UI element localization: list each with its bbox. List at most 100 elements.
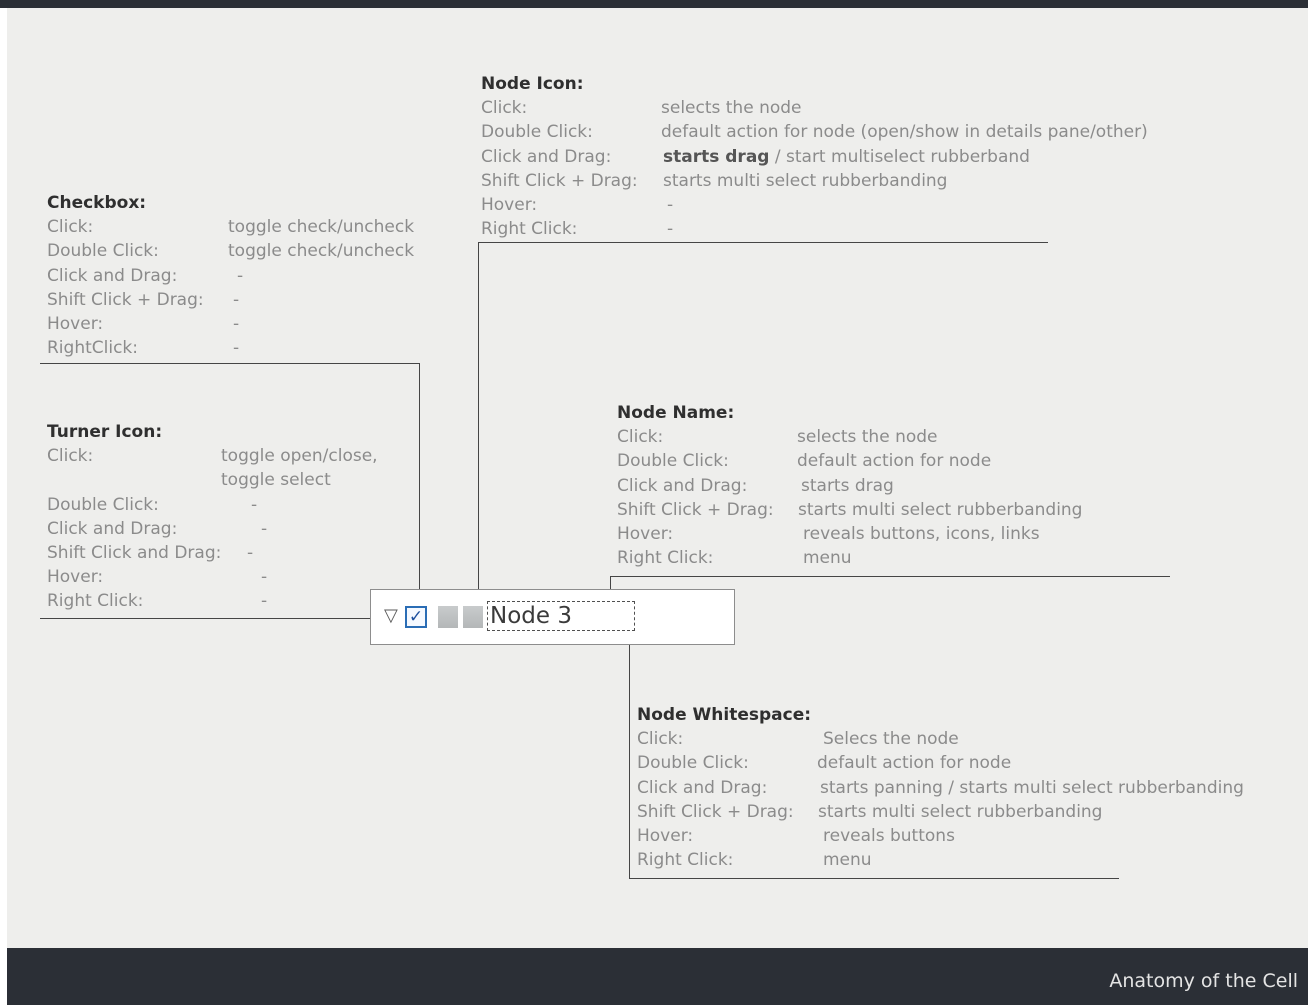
node-whitespace-annotation: Node Whitespace: Click: Selecs the node … bbox=[637, 703, 1244, 872]
turner-icon[interactable]: ▽ bbox=[384, 606, 398, 626]
annotation-row: Shift Click + Drag: starts multi select … bbox=[617, 498, 1082, 522]
annotation-row: Shift Click and Drag: - bbox=[47, 541, 253, 565]
footer-bar: Anatomy of the Cell bbox=[7, 948, 1308, 1005]
turner-icon-title: Turner Icon: bbox=[47, 422, 163, 442]
annotation-row: Click: selects the node bbox=[481, 96, 802, 120]
action-label: Hover: bbox=[637, 825, 694, 846]
turner-icon-annotation: Turner Icon: Click: toggle open/close, t… bbox=[47, 420, 378, 614]
annotation-row: Right Click: menu bbox=[617, 546, 852, 570]
action-label: Click and Drag: bbox=[637, 777, 768, 798]
action-value: - bbox=[237, 265, 244, 286]
action-label: Click: bbox=[617, 427, 664, 448]
node-whitespace-leader-vertical bbox=[629, 644, 630, 879]
annotation-row: Double Click: default action for node (o… bbox=[481, 120, 1148, 144]
annotation-row: Click and Drag: - bbox=[47, 264, 243, 288]
action-value-rest: / start multiselect rubberband bbox=[769, 146, 1030, 167]
checkbox-icon[interactable]: ✓ bbox=[405, 606, 427, 628]
action-value: - bbox=[233, 289, 240, 310]
action-value: - bbox=[233, 313, 240, 334]
annotation-row: Click: toggle open/close, toggle select bbox=[47, 444, 378, 492]
action-value: starts multi select rubberbanding bbox=[798, 499, 1083, 520]
annotation-row: Click: Selecs the node bbox=[637, 727, 959, 751]
action-value-line2: toggle select bbox=[221, 470, 331, 491]
annotation-row: Hover: - bbox=[481, 193, 673, 217]
action-label: Click: bbox=[637, 729, 684, 750]
annotation-row: Hover: reveals buttons, icons, links bbox=[617, 522, 1040, 546]
action-value: - bbox=[233, 338, 240, 359]
annotation-row: Click: toggle check/uncheck bbox=[47, 215, 414, 239]
action-label: Right Click: bbox=[617, 548, 714, 569]
action-value: - bbox=[667, 219, 674, 240]
checkbox-leader-horizontal bbox=[40, 363, 420, 364]
action-label: Double Click: bbox=[47, 494, 159, 515]
action-label: Shift Click + Drag: bbox=[617, 499, 774, 520]
action-value: default action for node bbox=[817, 753, 1012, 774]
checkbox-leader-vertical bbox=[419, 363, 420, 607]
action-label: Click: bbox=[481, 98, 528, 119]
annotation-row: Shift Click + Drag: starts multi select … bbox=[637, 800, 1102, 824]
action-label: RightClick: bbox=[47, 338, 139, 359]
action-label: Hover: bbox=[617, 523, 674, 544]
node-whitespace-title: Node Whitespace: bbox=[637, 705, 812, 725]
action-value: starts drag bbox=[801, 475, 894, 496]
action-label: Double Click: bbox=[637, 753, 749, 774]
action-label: Shift Click + Drag: bbox=[47, 289, 204, 310]
action-value: - bbox=[667, 194, 674, 215]
action-value: - bbox=[261, 518, 268, 539]
action-label: Click and Drag: bbox=[617, 475, 748, 496]
node-name[interactable]: Node 3 bbox=[487, 601, 635, 631]
annotation-row: Right Click: - bbox=[481, 217, 673, 241]
annotation-row: Shift Click + Drag: starts multi select … bbox=[481, 169, 947, 193]
checkbox-annotation: Checkbox: Click: toggle check/uncheck Do… bbox=[47, 191, 414, 360]
annotation-row: Hover: - bbox=[47, 565, 267, 589]
action-label: Hover: bbox=[47, 313, 104, 334]
node-status-icon bbox=[438, 606, 458, 628]
action-label: Hover: bbox=[481, 194, 538, 215]
action-label: Right Click: bbox=[481, 219, 578, 240]
node-name-annotation: Node Name: Click: selects the node Doubl… bbox=[617, 401, 1082, 570]
checkbox-title: Checkbox: bbox=[47, 193, 147, 213]
action-value: starts panning / starts multi select rub… bbox=[820, 777, 1244, 798]
action-value: menu bbox=[823, 850, 872, 871]
action-value: - bbox=[261, 591, 268, 612]
action-label: Click: bbox=[47, 446, 94, 467]
annotation-row: Click and Drag: starts drag / start mult… bbox=[481, 145, 1030, 169]
node-whitespace-leader-horizontal bbox=[629, 878, 1119, 879]
action-value: - bbox=[261, 567, 268, 588]
annotation-row: Double Click: default action for node bbox=[637, 751, 1011, 775]
action-value: toggle open/close, bbox=[221, 446, 378, 467]
action-value: starts multi select rubberbanding bbox=[818, 801, 1103, 822]
action-label: Click and Drag: bbox=[47, 518, 178, 539]
annotation-row: Double Click: - bbox=[47, 493, 257, 517]
action-value: selects the node bbox=[797, 427, 938, 448]
turner-leader-horizontal bbox=[40, 618, 382, 619]
annotation-row: Click and Drag: starts panning / starts … bbox=[637, 776, 1244, 800]
action-value: starts multi select rubberbanding bbox=[663, 170, 948, 191]
node-icon-leader-horizontal bbox=[478, 242, 1048, 243]
action-value: reveals buttons bbox=[823, 825, 955, 846]
action-label: Right Click: bbox=[47, 591, 144, 612]
node-name-leader-horizontal bbox=[610, 576, 1170, 577]
action-label: Shift Click + Drag: bbox=[481, 170, 638, 191]
node-icon-title: Node Icon: bbox=[481, 74, 584, 94]
action-label: Double Click: bbox=[617, 451, 729, 472]
action-label: Double Click: bbox=[481, 122, 593, 143]
action-value: Selecs the node bbox=[823, 729, 959, 750]
node-name-title: Node Name: bbox=[617, 403, 735, 423]
action-value: toggle check/uncheck bbox=[228, 241, 415, 262]
action-value: selects the node bbox=[661, 98, 802, 119]
annotation-row: Click and Drag: - bbox=[47, 517, 267, 541]
annotation-row: RightClick: - bbox=[47, 336, 239, 360]
action-value: - bbox=[251, 494, 258, 515]
annotation-row: Double Click: default action for node bbox=[617, 449, 991, 473]
action-value-strong: starts drag bbox=[663, 146, 770, 167]
top-bar bbox=[0, 0, 1308, 8]
action-label: Click and Drag: bbox=[47, 265, 178, 286]
action-value: menu bbox=[803, 548, 852, 569]
action-label: Hover: bbox=[47, 567, 104, 588]
action-value: default action for node (open/show in de… bbox=[661, 122, 1148, 143]
annotation-row: Right Click: - bbox=[47, 589, 267, 613]
action-value: starts drag / start multiselect rubberba… bbox=[663, 145, 1030, 169]
node-icon[interactable] bbox=[463, 606, 483, 628]
action-value: reveals buttons, icons, links bbox=[803, 523, 1040, 544]
